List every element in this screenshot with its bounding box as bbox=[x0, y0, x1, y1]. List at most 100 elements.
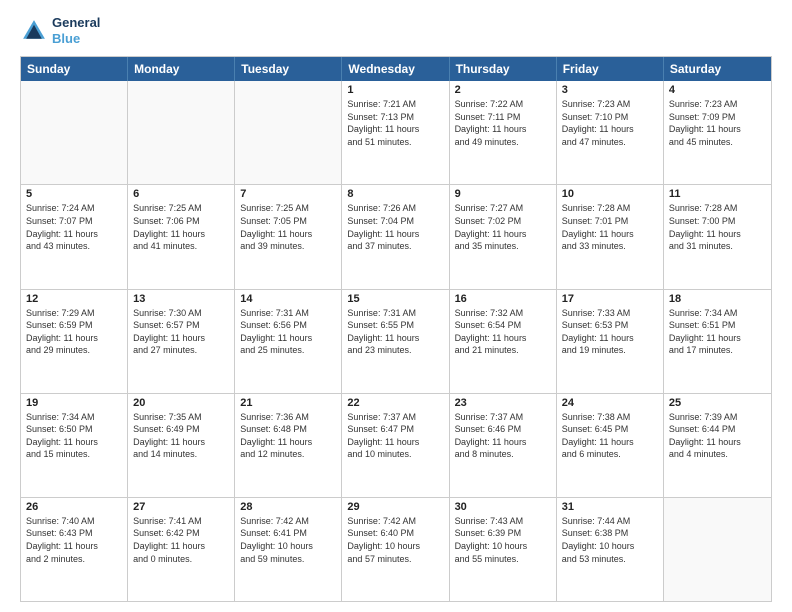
day-number: 22 bbox=[347, 397, 443, 409]
calendar-header-cell: Tuesday bbox=[235, 57, 342, 81]
calendar: SundayMondayTuesdayWednesdayThursdayFrid… bbox=[20, 56, 772, 602]
day-number: 11 bbox=[669, 188, 766, 200]
day-number: 21 bbox=[240, 397, 336, 409]
calendar-row: 19 Sunrise: 7:34 AMSunset: 6:50 PMDayligh… bbox=[21, 394, 771, 498]
calendar-row: 12 Sunrise: 7:29 AMSunset: 6:59 PMDayligh… bbox=[21, 290, 771, 394]
day-number: 27 bbox=[133, 501, 229, 513]
day-info: Sunrise: 7:44 AMSunset: 6:38 PMDaylight:… bbox=[562, 515, 658, 565]
calendar-row: 1 Sunrise: 7:21 AMSunset: 7:13 PMDaylight… bbox=[21, 81, 771, 185]
day-number: 8 bbox=[347, 188, 443, 200]
calendar-cell: 6 Sunrise: 7:25 AMSunset: 7:06 PMDaylight… bbox=[128, 185, 235, 288]
calendar-cell: 25 Sunrise: 7:39 AMSunset: 6:44 PMDayligh… bbox=[664, 394, 771, 497]
calendar-cell: 3 Sunrise: 7:23 AMSunset: 7:10 PMDaylight… bbox=[557, 81, 664, 184]
calendar-cell: 28 Sunrise: 7:42 AMSunset: 6:41 PMDayligh… bbox=[235, 498, 342, 601]
calendar-cell bbox=[21, 81, 128, 184]
day-number: 26 bbox=[26, 501, 122, 513]
day-number: 25 bbox=[669, 397, 766, 409]
day-info: Sunrise: 7:22 AMSunset: 7:11 PMDaylight:… bbox=[455, 98, 551, 148]
day-info: Sunrise: 7:23 AMSunset: 7:09 PMDaylight:… bbox=[669, 98, 766, 148]
calendar-cell: 2 Sunrise: 7:22 AMSunset: 7:11 PMDaylight… bbox=[450, 81, 557, 184]
calendar-cell bbox=[128, 81, 235, 184]
day-number: 19 bbox=[26, 397, 122, 409]
calendar-header-cell: Thursday bbox=[450, 57, 557, 81]
day-info: Sunrise: 7:23 AMSunset: 7:10 PMDaylight:… bbox=[562, 98, 658, 148]
day-number: 2 bbox=[455, 84, 551, 96]
calendar-cell: 11 Sunrise: 7:28 AMSunset: 7:00 PMDayligh… bbox=[664, 185, 771, 288]
calendar-cell: 18 Sunrise: 7:34 AMSunset: 6:51 PMDayligh… bbox=[664, 290, 771, 393]
calendar-row: 26 Sunrise: 7:40 AMSunset: 6:43 PMDayligh… bbox=[21, 498, 771, 601]
day-number: 6 bbox=[133, 188, 229, 200]
day-number: 30 bbox=[455, 501, 551, 513]
day-info: Sunrise: 7:36 AMSunset: 6:48 PMDaylight:… bbox=[240, 411, 336, 461]
day-info: Sunrise: 7:43 AMSunset: 6:39 PMDaylight:… bbox=[455, 515, 551, 565]
calendar-header-cell: Wednesday bbox=[342, 57, 449, 81]
calendar-cell: 26 Sunrise: 7:40 AMSunset: 6:43 PMDayligh… bbox=[21, 498, 128, 601]
day-info: Sunrise: 7:30 AMSunset: 6:57 PMDaylight:… bbox=[133, 307, 229, 357]
calendar-cell: 27 Sunrise: 7:41 AMSunset: 6:42 PMDayligh… bbox=[128, 498, 235, 601]
day-number: 14 bbox=[240, 293, 336, 305]
calendar-body: 1 Sunrise: 7:21 AMSunset: 7:13 PMDaylight… bbox=[21, 81, 771, 601]
calendar-cell: 7 Sunrise: 7:25 AMSunset: 7:05 PMDaylight… bbox=[235, 185, 342, 288]
calendar-cell: 23Sunrise: 7:37 AMSunset: 6:46 PMDayligh… bbox=[450, 394, 557, 497]
day-number: 20 bbox=[133, 397, 229, 409]
day-number: 17 bbox=[562, 293, 658, 305]
day-info: Sunrise: 7:39 AMSunset: 6:44 PMDaylight:… bbox=[669, 411, 766, 461]
day-number: 12 bbox=[26, 293, 122, 305]
day-info: Sunrise: 7:29 AMSunset: 6:59 PMDaylight:… bbox=[26, 307, 122, 357]
day-info: Sunrise: 7:31 AMSunset: 6:55 PMDaylight:… bbox=[347, 307, 443, 357]
calendar-cell: 10 Sunrise: 7:28 AMSunset: 7:01 PMDayligh… bbox=[557, 185, 664, 288]
calendar-cell: 1 Sunrise: 7:21 AMSunset: 7:13 PMDaylight… bbox=[342, 81, 449, 184]
calendar-cell: 19 Sunrise: 7:34 AMSunset: 6:50 PMDayligh… bbox=[21, 394, 128, 497]
day-number: 1 bbox=[347, 84, 443, 96]
day-info: Sunrise: 7:35 AMSunset: 6:49 PMDaylight:… bbox=[133, 411, 229, 461]
day-info: Sunrise: 7:21 AMSunset: 7:13 PMDaylight:… bbox=[347, 98, 443, 148]
calendar-row: 5Sunrise: 7:24 AMSunset: 7:07 PMDaylight… bbox=[21, 185, 771, 289]
day-number: 3 bbox=[562, 84, 658, 96]
calendar-cell: 31 Sunrise: 7:44 AMSunset: 6:38 PMDayligh… bbox=[557, 498, 664, 601]
header: General Blue bbox=[20, 15, 772, 46]
logo-text: General Blue bbox=[52, 15, 100, 46]
day-number: 7 bbox=[240, 188, 336, 200]
calendar-cell: 14 Sunrise: 7:31 AMSunset: 6:56 PMDayligh… bbox=[235, 290, 342, 393]
calendar-cell bbox=[235, 81, 342, 184]
day-number: 28 bbox=[240, 501, 336, 513]
day-number: 24 bbox=[562, 397, 658, 409]
day-info: Sunrise: 7:25 AMSunset: 7:06 PMDaylight:… bbox=[133, 202, 229, 252]
day-number: 16 bbox=[455, 293, 551, 305]
calendar-cell: 4 Sunrise: 7:23 AMSunset: 7:09 PMDaylight… bbox=[664, 81, 771, 184]
page: General Blue SundayMondayTuesdayWednesda… bbox=[0, 0, 792, 612]
day-info: Sunrise: 7:37 AMSunset: 6:47 PMDaylight:… bbox=[347, 411, 443, 461]
day-info: Sunrise: 7:37 AMSunset: 6:46 PMDaylight:… bbox=[455, 411, 551, 461]
day-info: Sunrise: 7:28 AMSunset: 7:00 PMDaylight:… bbox=[669, 202, 766, 252]
day-info: Sunrise: 7:31 AMSunset: 6:56 PMDaylight:… bbox=[240, 307, 336, 357]
calendar-cell bbox=[664, 498, 771, 601]
calendar-cell: 29Sunrise: 7:42 AMSunset: 6:40 PMDayligh… bbox=[342, 498, 449, 601]
calendar-cell: 30 Sunrise: 7:43 AMSunset: 6:39 PMDayligh… bbox=[450, 498, 557, 601]
calendar-header-cell: Saturday bbox=[664, 57, 771, 81]
calendar-cell: 20 Sunrise: 7:35 AMSunset: 6:49 PMDayligh… bbox=[128, 394, 235, 497]
day-info: Sunrise: 7:25 AMSunset: 7:05 PMDaylight:… bbox=[240, 202, 336, 252]
calendar-header-cell: Friday bbox=[557, 57, 664, 81]
day-number: 18 bbox=[669, 293, 766, 305]
day-info: Sunrise: 7:42 AMSunset: 6:41 PMDaylight:… bbox=[240, 515, 336, 565]
day-number: 15 bbox=[347, 293, 443, 305]
day-info: Sunrise: 7:28 AMSunset: 7:01 PMDaylight:… bbox=[562, 202, 658, 252]
day-info: Sunrise: 7:34 AMSunset: 6:50 PMDaylight:… bbox=[26, 411, 122, 461]
day-info: Sunrise: 7:27 AMSunset: 7:02 PMDaylight:… bbox=[455, 202, 551, 252]
calendar-header-cell: Sunday bbox=[21, 57, 128, 81]
calendar-cell: 8Sunrise: 7:26 AMSunset: 7:04 PMDaylight… bbox=[342, 185, 449, 288]
day-number: 31 bbox=[562, 501, 658, 513]
day-number: 10 bbox=[562, 188, 658, 200]
day-info: Sunrise: 7:41 AMSunset: 6:42 PMDaylight:… bbox=[133, 515, 229, 565]
calendar-cell: 21 Sunrise: 7:36 AMSunset: 6:48 PMDayligh… bbox=[235, 394, 342, 497]
day-number: 5 bbox=[26, 188, 122, 200]
day-info: Sunrise: 7:40 AMSunset: 6:43 PMDaylight:… bbox=[26, 515, 122, 565]
calendar-header-cell: Monday bbox=[128, 57, 235, 81]
day-info: Sunrise: 7:34 AMSunset: 6:51 PMDaylight:… bbox=[669, 307, 766, 357]
calendar-cell: 15 Sunrise: 7:31 AMSunset: 6:55 PMDayligh… bbox=[342, 290, 449, 393]
calendar-cell: 9Sunrise: 7:27 AMSunset: 7:02 PMDaylight… bbox=[450, 185, 557, 288]
calendar-cell: 24Sunrise: 7:38 AMSunset: 6:45 PMDayligh… bbox=[557, 394, 664, 497]
day-number: 4 bbox=[669, 84, 766, 96]
day-info: Sunrise: 7:33 AMSunset: 6:53 PMDaylight:… bbox=[562, 307, 658, 357]
logo-icon bbox=[20, 17, 48, 45]
